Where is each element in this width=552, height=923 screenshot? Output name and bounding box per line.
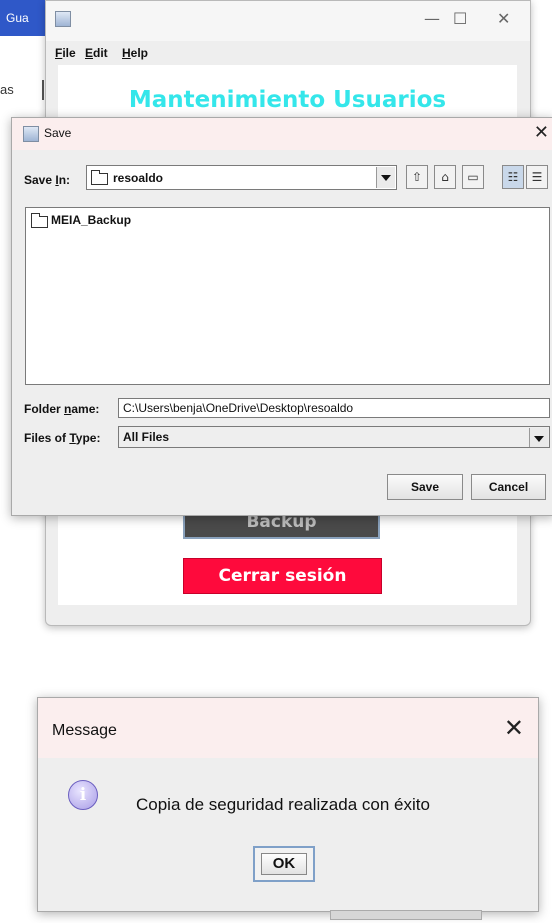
menu-edit-mnemonic: E	[85, 46, 94, 60]
up-folder-icon[interactable]: ⇧	[406, 165, 428, 189]
message-text: Copia de seguridad realizada con éxito	[136, 795, 430, 814]
folder-icon	[31, 213, 48, 228]
message-dialog-title: Message	[52, 722, 117, 739]
logout-button[interactable]: Cerrar sesión	[183, 558, 382, 594]
menu-edit-label: dit	[93, 46, 108, 60]
close-icon[interactable]: ✕	[497, 9, 510, 28]
java-app-icon	[23, 126, 39, 142]
save-in-value: resoaldo	[113, 171, 164, 185]
ok-button[interactable]: OK	[261, 853, 307, 875]
page-title: Mantenimiento Usuarios	[128, 87, 447, 113]
background-buttons-fragment	[330, 910, 482, 920]
chevron-down-icon[interactable]	[529, 428, 548, 447]
main-window-titlebar: — ☐ ✕	[46, 1, 530, 41]
maximize-icon[interactable]: ☐	[453, 9, 467, 28]
save-button[interactable]: Save	[387, 474, 463, 500]
menu-help-label: elp	[130, 46, 149, 60]
menu-help-mnemonic: H	[122, 46, 131, 60]
save-dialog: Save ✕ Save In: resoaldo ⇧ ⌂ ▭ ☷ ☰ MEIA_…	[11, 117, 552, 516]
message-dialog-titlebar: Message ✕	[38, 698, 538, 758]
folder-name-input[interactable]: C:\Users\benja\OneDrive\Desktop\resoaldo	[118, 398, 550, 418]
folder-name-label-rest: ame:	[71, 402, 100, 416]
files-of-type-label-rest: ype:	[75, 431, 101, 445]
save-dialog-titlebar: Save ✕	[12, 118, 552, 150]
side-fragment-label: as	[0, 82, 14, 97]
ok-button-focus-ring[interactable]: OK	[253, 846, 315, 882]
side-fragment-divider	[42, 80, 44, 100]
close-icon[interactable]: ✕	[534, 122, 549, 143]
folder-icon	[91, 170, 108, 185]
close-icon[interactable]: ✕	[504, 714, 524, 742]
menu-help[interactable]: Help	[122, 46, 148, 60]
list-view-icon[interactable]: ☷	[502, 165, 524, 189]
menu-edit[interactable]: Edit	[85, 46, 108, 60]
save-in-label-rest: n:	[58, 173, 71, 187]
files-of-type-label-prefix: Files of	[24, 431, 70, 445]
details-view-icon[interactable]: ☰	[526, 165, 548, 189]
minimize-icon[interactable]: —	[424, 9, 440, 28]
menu-file-label: ile	[62, 46, 76, 60]
save-in-combo[interactable]: resoaldo	[86, 165, 397, 190]
file-name: MEIA_Backup	[51, 213, 132, 227]
info-icon: i	[68, 780, 98, 810]
files-of-type-label: Files of Type:	[24, 431, 100, 445]
new-folder-icon[interactable]: ▭	[462, 165, 484, 189]
java-app-icon	[55, 11, 71, 27]
save-in-label: Save In:	[24, 173, 70, 187]
folder-name-label: Folder name:	[24, 402, 99, 416]
cancel-button[interactable]: Cancel	[471, 474, 546, 500]
files-of-type-select[interactable]: All Files	[118, 426, 550, 448]
message-dialog: Message ✕ i Copia de seguridad realizada…	[37, 697, 539, 912]
taskbar-fragment: Gua	[0, 0, 46, 36]
home-icon[interactable]: ⌂	[434, 165, 456, 189]
menu-file[interactable]: File	[55, 46, 76, 60]
save-dialog-title: Save	[44, 126, 72, 140]
file-list[interactable]: MEIA_Backup	[25, 207, 550, 385]
taskbar-fragment-label: Gua	[6, 11, 29, 25]
chevron-down-icon[interactable]	[376, 167, 395, 188]
files-of-type-value: All Files	[123, 430, 170, 444]
save-in-label-prefix: Save	[24, 173, 56, 187]
folder-name-label-prefix: Folder	[24, 402, 65, 416]
menu-bar: File Edit Help	[46, 41, 530, 65]
